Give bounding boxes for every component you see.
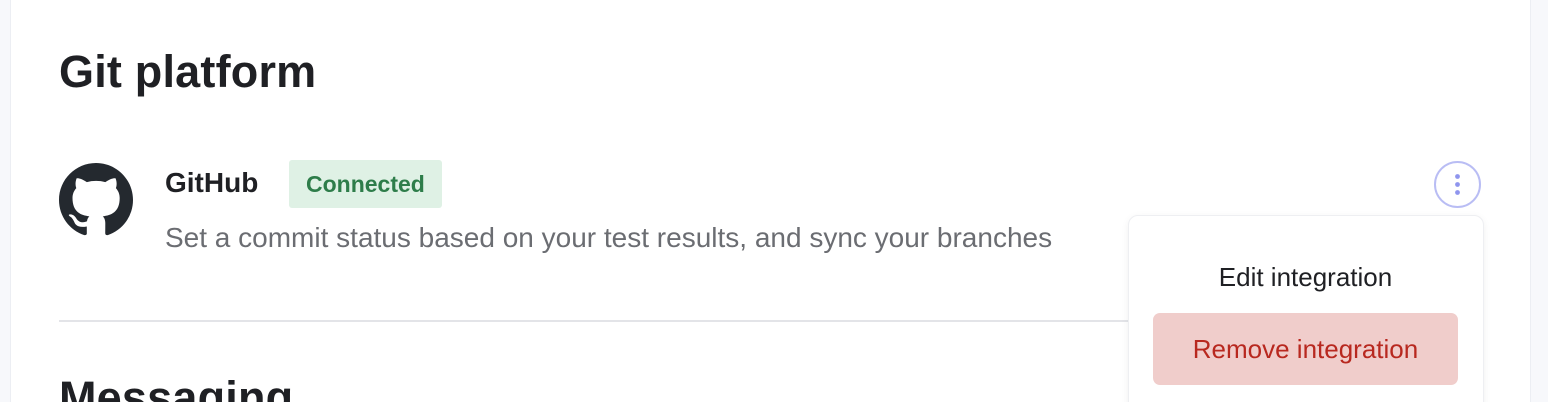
more-actions-button[interactable] — [1434, 161, 1481, 208]
integration-actions-menu: Edit integration Remove integration — [1128, 215, 1484, 402]
integration-name: GitHub — [165, 167, 259, 198]
github-icon — [59, 163, 133, 237]
section-title-git-platform: Git platform — [59, 46, 317, 97]
settings-panel: Git platform GitHub Connected Set a comm… — [10, 0, 1531, 402]
remove-integration-menu-item[interactable]: Remove integration — [1153, 313, 1458, 385]
edit-integration-menu-item[interactable]: Edit integration — [1153, 241, 1458, 313]
integration-description: Set a commit status based on your test r… — [165, 222, 1053, 253]
section-title-messaging: Messaging — [59, 372, 294, 402]
status-badge: Connected — [289, 160, 442, 208]
more-vertical-icon — [1455, 174, 1460, 195]
